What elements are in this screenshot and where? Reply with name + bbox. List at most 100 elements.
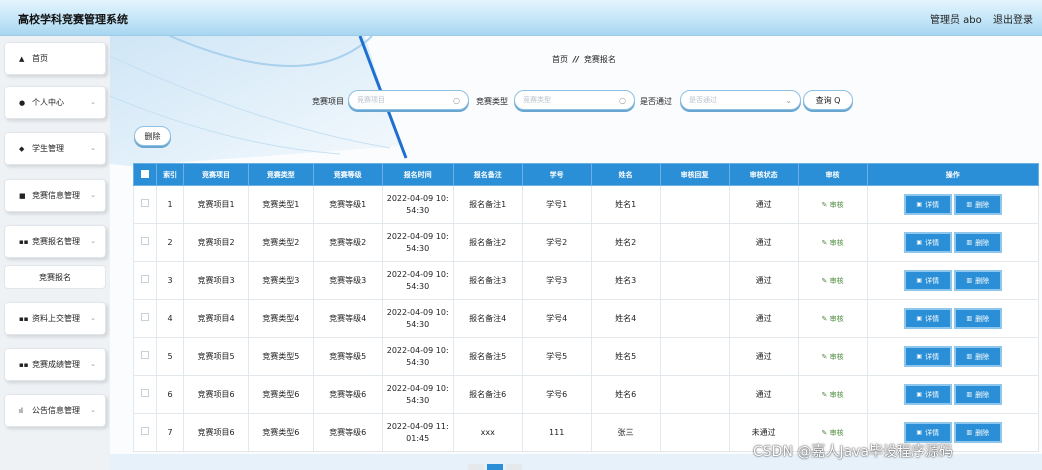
- cell-reply: [659, 299, 730, 338]
- bar-chart-icon: ıl: [19, 406, 23, 415]
- delete-button[interactable]: ▥ 删除: [955, 386, 1000, 403]
- cell-level: 竞赛等级2: [312, 223, 383, 262]
- type-search-field[interactable]: ○: [514, 90, 635, 110]
- batch-delete-button[interactable]: 删除: [134, 126, 171, 146]
- sidebar-item-label: 首页: [32, 54, 48, 63]
- delete-button[interactable]: ▥ 删除: [955, 196, 1000, 213]
- cell-index: 7: [155, 413, 185, 452]
- project-search-field[interactable]: ○: [348, 90, 469, 110]
- cell-type: 竞赛类型2: [247, 223, 314, 262]
- detail-icon: ▣: [916, 390, 923, 398]
- sidebar-item-competition-info[interactable]: ■ 竞赛信息管理 ⌄: [4, 179, 106, 212]
- column-header: 竞赛项目: [183, 163, 249, 186]
- cell-time: 2022-04-09 11: 01:45: [381, 413, 454, 452]
- delete-button[interactable]: ▥ 删除: [955, 348, 1000, 365]
- detail-button[interactable]: ▣ 详情: [905, 386, 950, 403]
- delete-button-label: 删除: [975, 428, 990, 437]
- row-checkbox[interactable]: [133, 299, 157, 338]
- cell-time: 2022-04-09 10: 54:30: [381, 261, 454, 300]
- prev-page-button[interactable]: [468, 464, 484, 470]
- audit-link[interactable]: ✎ 审核: [822, 353, 844, 361]
- breadcrumb: 首页 // 竞赛报名: [552, 54, 616, 65]
- grid-icon: ▪▪: [19, 314, 29, 323]
- detail-button[interactable]: ▣ 详情: [905, 310, 950, 327]
- cell-level: 竞赛等级6: [312, 375, 383, 414]
- type-search-input[interactable]: [523, 96, 620, 104]
- cell-name: 张三: [590, 413, 661, 452]
- cell-student-no: 学号6: [521, 375, 592, 414]
- sidebar-item-announcements[interactable]: ıl 公告信息管理 ⌄: [4, 394, 106, 427]
- cell-type: 竞赛类型5: [247, 337, 314, 376]
- pass-select[interactable]: ⌄: [680, 90, 801, 110]
- cell-audit: ✎ 审核: [797, 223, 868, 262]
- detail-button-label: 详情: [925, 352, 940, 361]
- sidebar-item-materials[interactable]: ▪▪ 资料上交管理 ⌄: [4, 302, 106, 335]
- chevron-down-icon: ⌄: [90, 191, 96, 199]
- select-all-checkbox[interactable]: [133, 163, 157, 186]
- row-checkbox[interactable]: [133, 337, 157, 376]
- breadcrumb-separator: //: [573, 55, 579, 64]
- cell-type: 竞赛类型3: [247, 261, 314, 300]
- delete-button[interactable]: ▥ 删除: [955, 424, 1000, 441]
- sidebar-item-registration-management[interactable]: ▪▪ 竞赛报名管理 ⌄: [4, 225, 106, 258]
- audit-link[interactable]: ✎ 审核: [822, 201, 844, 209]
- column-header: 操作: [866, 163, 1040, 186]
- audit-link[interactable]: ✎ 审核: [822, 391, 844, 399]
- cell-reply: [659, 413, 730, 452]
- detail-icon: ▣: [916, 314, 923, 322]
- sidebar-item-label: 竞赛报名管理: [32, 237, 80, 246]
- chevron-down-icon: ⌄: [90, 314, 96, 322]
- sidebar-item-label: 资料上交管理: [32, 314, 80, 323]
- detail-button-label: 详情: [925, 200, 940, 209]
- delete-button[interactable]: ▥ 删除: [955, 234, 1000, 251]
- cell-index: 1: [155, 185, 185, 224]
- cell-level: 竞赛等级4: [312, 299, 383, 338]
- next-page-button[interactable]: [506, 464, 522, 470]
- table-row: 2 竞赛项目2 竞赛类型2 竞赛等级2 2022-04-09 10: 54:30 报名备注…: [133, 223, 1040, 262]
- project-search-input[interactable]: [357, 96, 454, 104]
- delete-button-label: 删除: [975, 238, 990, 247]
- sidebar-item-student-management[interactable]: ◆ 学生管理 ⌄: [4, 132, 106, 165]
- detail-button-label: 详情: [925, 238, 940, 247]
- breadcrumb-home[interactable]: 首页: [552, 55, 568, 64]
- cell-status: 通过: [728, 261, 799, 300]
- audit-link[interactable]: ✎ 审核: [822, 239, 844, 247]
- audit-link[interactable]: ✎ 审核: [822, 277, 844, 285]
- delete-button[interactable]: ▥ 删除: [955, 272, 1000, 289]
- row-checkbox[interactable]: [133, 375, 157, 414]
- detail-button[interactable]: ▣ 详情: [905, 234, 950, 251]
- cell-project: 竞赛项目2: [183, 223, 249, 262]
- row-checkbox[interactable]: [133, 261, 157, 300]
- detail-button[interactable]: ▣ 详情: [905, 424, 950, 441]
- cell-actions: ▣ 详情 ▥ 删除: [866, 375, 1040, 414]
- audit-link[interactable]: ✎ 审核: [822, 429, 844, 437]
- sidebar-item-personal-center[interactable]: ● 个人中心 ⌄: [4, 86, 106, 119]
- sidebar-item-label: 公告信息管理: [32, 406, 80, 415]
- table-row: 4 竞赛项目4 竞赛类型4 竞赛等级4 2022-04-09 10: 54:30 报名备注…: [133, 299, 1040, 338]
- detail-button[interactable]: ▣ 详情: [905, 196, 950, 213]
- audit-link[interactable]: ✎ 审核: [822, 315, 844, 323]
- cell-reply: [659, 223, 730, 262]
- row-checkbox[interactable]: [133, 413, 157, 452]
- detail-icon: ▣: [916, 276, 923, 284]
- delete-button[interactable]: ▥ 删除: [955, 310, 1000, 327]
- detail-button[interactable]: ▣ 详情: [905, 348, 950, 365]
- chevron-down-icon: ⌄: [90, 237, 96, 245]
- detail-icon: ▣: [916, 200, 923, 208]
- pass-select-input[interactable]: [689, 96, 786, 104]
- query-button[interactable]: 查询 Q: [803, 90, 853, 110]
- type-label: 竞赛类型: [476, 97, 508, 106]
- row-checkbox[interactable]: [133, 223, 157, 262]
- logout-link[interactable]: 退出登录: [993, 11, 1033, 26]
- sidebar-subitem-registration[interactable]: 竞赛报名: [4, 265, 106, 289]
- detail-button[interactable]: ▣ 详情: [905, 272, 950, 289]
- cell-status: 通过: [728, 337, 799, 376]
- cell-project: 竞赛项目5: [183, 337, 249, 376]
- chevron-down-icon: ⌄: [90, 406, 96, 414]
- cell-name: 姓名4: [590, 299, 661, 338]
- sidebar-item-scores[interactable]: ▪▪ 竞赛成绩管理 ⌄: [4, 348, 106, 381]
- cell-status: 通过: [728, 375, 799, 414]
- sidebar-item-home[interactable]: ▲ 首页: [4, 42, 106, 75]
- row-checkbox[interactable]: [133, 185, 157, 224]
- page-button-current[interactable]: [487, 464, 503, 470]
